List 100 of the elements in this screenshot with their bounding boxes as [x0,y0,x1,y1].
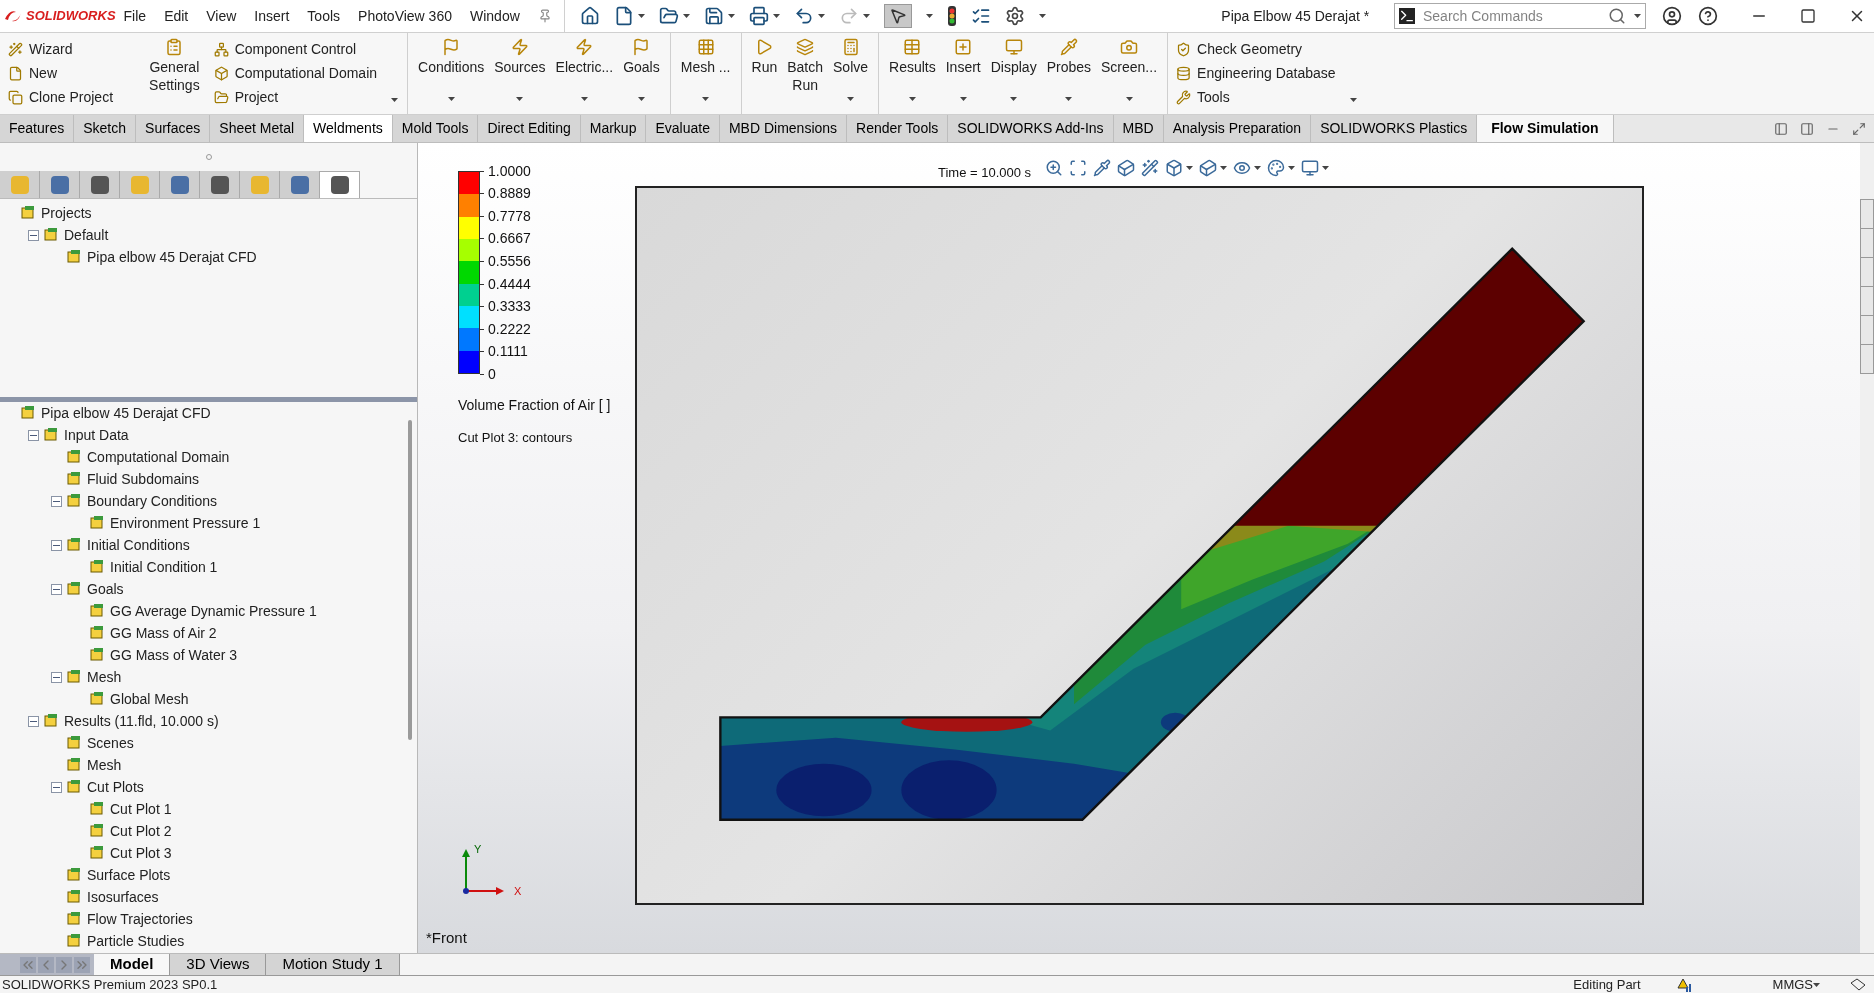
help-icon[interactable] [1698,6,1718,26]
ribbon-button[interactable]: Conditions [414,33,489,114]
ribbon-tab[interactable]: Analysis Preparation [1163,115,1312,142]
ribbon-button[interactable]: Batch Run [783,33,827,114]
ribbon-button[interactable]: Tools [1174,86,1338,109]
ribbon-button[interactable]: New [6,62,116,85]
tree-item[interactable]: Surface Plots [87,864,171,886]
ribbon-button[interactable]: Engineering Database [1174,62,1338,85]
home-icon[interactable] [580,6,601,26]
collapse-toggle[interactable] [27,715,39,727]
display-settings-icon[interactable] [1301,158,1320,177]
maximize-icon[interactable] [1800,8,1816,24]
pin-icon[interactable] [537,9,552,23]
panel-tab[interactable] [200,171,240,198]
panel-right-icon[interactable] [1800,121,1814,136]
bottom-tab[interactable]: 3D Views [170,954,267,975]
open-folder-icon[interactable] [659,6,680,26]
panel-tab[interactable] [280,171,320,198]
tree-item[interactable]: Environment Pressure 1 [110,512,261,534]
collapse-toggle[interactable] [27,429,39,441]
ribbon-button[interactable]: Project [211,86,380,109]
panel-tab[interactable] [40,171,80,198]
ribbon-tab[interactable]: Sheet Metal [210,115,305,142]
units-label[interactable]: MMGS [1772,974,1813,993]
menu-item[interactable]: Insert [254,5,290,27]
ribbon-button[interactable]: Solve [829,33,873,114]
zoom-area-icon[interactable] [1069,158,1088,177]
ribbon-button[interactable]: Display [986,33,1041,114]
tree-item[interactable]: Pipa elbow 45 Derajat CFD [87,246,257,268]
tree-item[interactable]: Cut Plot 2 [110,820,172,842]
rebuild-warning-icon[interactable] [1676,976,1693,993]
ribbon-tab[interactable]: Evaluate [646,115,720,142]
tree-item[interactable]: Projects [41,202,92,224]
search-field[interactable]: Search Commands [1423,5,1600,27]
ribbon-button[interactable]: Electric... [551,33,618,114]
ribbon-tab[interactable]: Markup [580,115,647,142]
zoom-fit-icon[interactable] [1045,158,1064,177]
appearance-icon[interactable] [1267,158,1286,177]
ribbon-button[interactable]: General Settings [145,33,204,114]
tree-item[interactable]: Boundary Conditions [87,490,217,512]
restore-icon[interactable] [1852,121,1866,136]
ribbon-tab[interactable]: Weldments [304,115,393,142]
tree-item[interactable]: Initial Condition 1 [110,556,218,578]
tree-item[interactable]: Fluid Subdomains [87,468,200,490]
tree-item[interactable]: Cut Plot 3 [110,842,172,864]
panel-tab[interactable] [80,171,120,198]
ribbon-tab[interactable]: Render Tools [847,115,949,142]
collapse-toggle[interactable] [50,539,62,551]
print-icon[interactable] [749,6,770,26]
tree-item[interactable]: Scenes [87,732,134,754]
tree-item[interactable]: Particle Studies [87,930,185,952]
ribbon-button[interactable]: Component Control [211,38,380,61]
tree-item[interactable]: Global Mesh [110,688,189,710]
settings-icon[interactable] [1005,6,1026,26]
ribbon-button[interactable]: Screen... [1097,33,1162,114]
new-file-icon[interactable] [614,6,635,26]
tree-item[interactable]: Mesh [87,754,122,776]
ribbon-button[interactable]: Wizard [6,38,116,61]
ribbon-button[interactable]: Insert [941,33,985,114]
panel-left-icon[interactable] [1774,121,1788,136]
list-icon[interactable] [971,6,992,26]
collapse-toggle[interactable] [50,495,62,507]
ribbon-tab[interactable]: SOLIDWORKS Add-Ins [948,115,1114,142]
tree-item[interactable]: Cut Plots [87,776,144,798]
menu-item[interactable]: PhotoView 360 [358,5,452,27]
ribbon-tab[interactable]: SOLIDWORKS Plastics [1311,115,1478,142]
ribbon-button[interactable]: Probes [1042,33,1095,114]
view-orientation-icon[interactable] [1165,158,1184,177]
collapse-toggle[interactable] [50,671,62,683]
ribbon-tab[interactable]: MBD Dimensions [719,115,848,142]
ribbon-button[interactable]: Clone Project [6,86,116,109]
ribbon-button[interactable]: Goals [619,33,664,114]
select-tool-button[interactable] [884,4,913,28]
menu-item[interactable]: Edit [164,5,189,27]
tree-item[interactable]: Goals [87,578,124,600]
search-bar[interactable]: Search Commands [1394,3,1646,29]
bottom-tab[interactable]: Motion Study 1 [266,954,400,975]
ribbon-tab[interactable]: Flow Simulation [1477,115,1614,142]
ribbon-button[interactable]: Computational Domain [211,62,380,85]
panel-tab[interactable] [160,171,200,198]
collapse-toggle[interactable] [27,229,39,241]
tree-item[interactable]: GG Mass of Water 3 [110,644,238,666]
ribbon-tab[interactable]: Mold Tools [392,115,479,142]
tree-item[interactable]: Computational Domain [87,446,230,468]
ribbon-tab[interactable]: Features [0,115,75,142]
account-icon[interactable] [1662,6,1682,26]
panel-tab[interactable] [320,171,360,198]
menu-item[interactable]: View [206,5,237,27]
tree-item[interactable]: Default [64,224,109,246]
menu-item[interactable]: Tools [307,5,341,27]
tree-item[interactable]: Results (11.fld, 10.000 s) [64,710,219,732]
ribbon-button[interactable]: Sources [490,33,550,114]
ribbon-tab[interactable]: Sketch [74,115,137,142]
collapse-toggle[interactable] [50,781,62,793]
ribbon-button[interactable]: Results [885,33,940,114]
ribbon-button[interactable]: Check Geometry [1174,38,1338,61]
menu-item[interactable]: Window [470,5,520,27]
collapse-toggle[interactable] [50,583,62,595]
tree-item[interactable]: Pipa elbow 45 Derajat CFD [41,402,211,424]
tree-item[interactable]: Cut Plot 1 [110,798,172,820]
